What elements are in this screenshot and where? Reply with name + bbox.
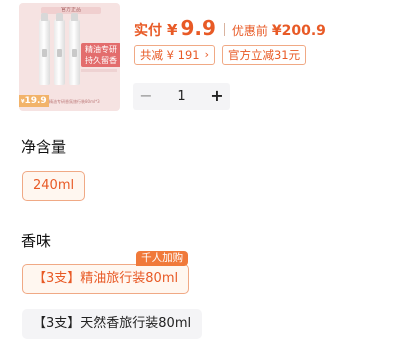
thumbnail-footer: 精油专研香氛旅行装80ml*3 — [49, 99, 100, 104]
bottle-image — [54, 13, 65, 85]
original-price-label: 优惠前 — [231, 24, 268, 38]
thumbnail-price: ¥19.9 — [19, 95, 49, 107]
actual-price: 9.9 — [180, 16, 216, 40]
bottle-image — [69, 13, 80, 85]
plus-icon[interactable]: + — [204, 83, 230, 110]
option-essential-oil-travel[interactable]: 【3支】精油旅行装80ml 千人加购 — [22, 251, 190, 294]
quantity-stepper: − 1 + — [133, 83, 230, 110]
option-label: 【3支】天然香旅行装80ml — [33, 316, 192, 331]
currency-symbol: ¥ — [167, 21, 178, 39]
bottle-image — [39, 13, 50, 85]
option-natural-scent-travel[interactable]: 【3支】天然香旅行装80ml — [22, 309, 203, 339]
price-row: 实付 ¥ 9.9 优惠前 ¥200.9 — [134, 16, 326, 42]
option-label: 【3支】精油旅行装80ml — [33, 271, 179, 286]
official-discount-text: 官方立减31元 — [227, 48, 301, 62]
total-discount-text: 共减 ¥ 191 — [140, 48, 200, 62]
option-label: 240ml — [33, 178, 75, 193]
thumbnail-divider — [81, 69, 117, 72]
minus-icon[interactable]: − — [133, 83, 159, 110]
thumbnail-tag: 精油专研 持久留香 — [81, 43, 120, 67]
scent-section-title: 香味 — [21, 232, 52, 250]
quantity-value[interactable]: 1 — [159, 83, 204, 110]
volume-section-title: 净含量 — [21, 138, 67, 156]
promo-row: 共减 ¥ 191 › 官方立减31元 — [134, 45, 307, 65]
actual-price-label: 实付 — [134, 23, 162, 39]
official-discount-chip: 官方立减31元 — [221, 45, 307, 65]
price-divider — [223, 22, 225, 36]
chevron-right-icon: › — [204, 48, 209, 61]
original-price: ¥200.9 — [271, 23, 326, 39]
popular-badge: 千人加购 — [136, 251, 189, 266]
total-discount-chip[interactable]: 共减 ¥ 191 › — [134, 45, 215, 65]
option-240ml[interactable]: 240ml — [22, 171, 86, 201]
product-thumbnail[interactable]: 官方正品 精油专研 持久留香 ¥19.9 精油专研香氛旅行装80ml*3 — [19, 3, 120, 111]
